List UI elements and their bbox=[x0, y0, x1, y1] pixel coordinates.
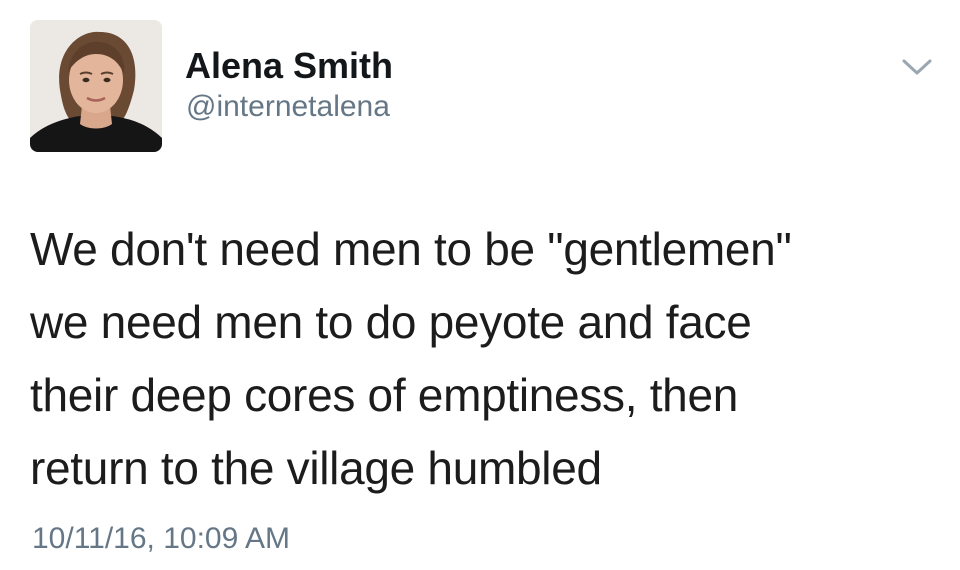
avatar[interactable] bbox=[30, 20, 162, 152]
tweet-text: We don't need men to be "gentlemen" we n… bbox=[30, 213, 940, 505]
tweet-card: Alena Smith @internetalena We don't need… bbox=[0, 0, 960, 570]
avatar-image bbox=[30, 20, 162, 152]
tweet-text-line: we need men to do peyote and face bbox=[30, 296, 752, 348]
author-name[interactable]: Alena Smith bbox=[185, 44, 393, 88]
author-handle[interactable]: @internetalena bbox=[186, 88, 390, 126]
chevron-down-icon[interactable] bbox=[900, 55, 934, 79]
tweet-text-line: return to the village humbled bbox=[30, 442, 602, 494]
tweet-text-line: We don't need men to be "gentlemen" bbox=[30, 223, 792, 275]
tweet-text-line: their deep cores of emptiness, then bbox=[30, 369, 739, 421]
tweet-timestamp[interactable]: 10/11/16, 10:09 AM bbox=[32, 520, 290, 558]
